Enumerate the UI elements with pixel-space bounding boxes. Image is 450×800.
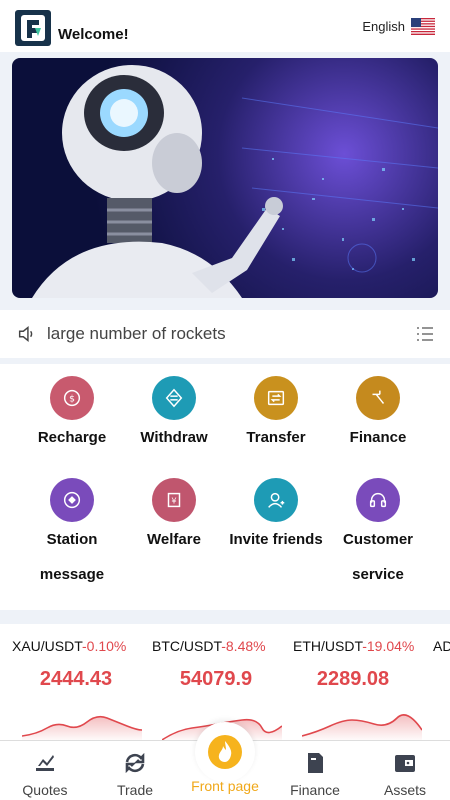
ticker-pair: ETH/USDT-19.04% [293, 638, 433, 654]
tab-trade-label: Trade [116, 782, 154, 798]
invite-friends-button[interactable]: Invite friends [225, 478, 327, 557]
quotes-icon [36, 755, 54, 771]
ticker-xau[interactable]: XAU/USDT-0.10% 2444.43 [12, 638, 152, 691]
svg-text:¥: ¥ [171, 496, 176, 506]
tab-quotes-label: Quotes [22, 782, 68, 798]
pair-name: XAU/USDT [12, 638, 83, 654]
flame-icon [208, 735, 242, 769]
wallet-icon [395, 755, 415, 772]
headset-icon [356, 478, 400, 522]
pair-name: BTC/USDT [152, 638, 222, 654]
station-message-label: Station message [39, 531, 105, 583]
withdraw-icon [152, 376, 196, 420]
sparkline-eth [302, 714, 422, 742]
tab-finance-label: Finance [290, 782, 340, 798]
finance-button[interactable]: Finance [327, 376, 429, 455]
front-page-bubble[interactable] [195, 722, 255, 782]
finance-doc-icon [308, 753, 323, 773]
language-label: English [362, 19, 405, 34]
station-message-button[interactable]: Station message [21, 478, 123, 592]
withdraw-label: Withdraw [140, 429, 208, 446]
finance-icon [356, 376, 400, 420]
pair-name: AD [433, 638, 450, 654]
ticker-eth[interactable]: ETH/USDT-19.04% 2289.08 [293, 638, 433, 691]
transfer-icon [254, 376, 298, 420]
invite-icon [254, 478, 298, 522]
list-icon[interactable] [416, 325, 434, 343]
robot-illustration [32, 65, 438, 298]
ticker-partial[interactable]: AD [433, 638, 450, 654]
pair-change: -0.10% [82, 638, 127, 654]
recharge-icon: $ [50, 376, 94, 420]
welfare-label: Welfare [147, 531, 201, 548]
tab-quotes[interactable]: Quotes [0, 741, 90, 800]
pair-change: -8.48% [221, 638, 266, 654]
customer-service-label: Customer service [342, 531, 413, 583]
pair-name: ETH/USDT [293, 638, 363, 654]
app-logo[interactable] [15, 10, 51, 46]
pair-price: 2444.43 [39, 668, 113, 690]
tab-trade[interactable]: Trade [90, 741, 180, 800]
welfare-icon: ¥ [152, 478, 196, 522]
recharge-label: Recharge [37, 429, 107, 446]
tab-assets[interactable]: Assets [360, 741, 450, 800]
hero-banner[interactable] [12, 58, 438, 298]
notice-bar[interactable]: large number of rockets [0, 310, 450, 358]
pair-price: 54079.9 [179, 668, 253, 690]
sparkline-xau [22, 715, 142, 742]
welfare-button[interactable]: ¥ Welfare [123, 478, 225, 557]
notice-text: large number of rockets [47, 324, 226, 343]
action-grid: $ Recharge Withdraw Transfer Finance Sta… [0, 364, 450, 610]
ticker-pair: BTC/USDT-8.48% [152, 638, 292, 654]
recharge-button[interactable]: $ Recharge [21, 376, 123, 455]
finance-label: Finance [349, 429, 407, 446]
trade-icon [125, 752, 145, 774]
language-selector[interactable]: English [362, 18, 435, 35]
ticker-pair: XAU/USDT-0.10% [12, 638, 152, 654]
tab-finance[interactable]: Finance [270, 741, 360, 800]
top-bar: Welcome! English [0, 0, 450, 52]
invite-friends-label: Invite friends [229, 531, 323, 548]
ticker-btc[interactable]: BTC/USDT-8.48% 54079.9 [152, 638, 292, 691]
customer-service-button[interactable]: Customer service [327, 478, 429, 592]
ticker-pair: AD [433, 638, 450, 654]
message-icon [50, 478, 94, 522]
pair-price: 2289.08 [316, 668, 390, 690]
welcome-text: Welcome! [58, 26, 129, 43]
us-flag-icon [411, 18, 435, 35]
pair-change: -19.04% [362, 638, 415, 654]
tab-assets-label: Assets [383, 782, 426, 798]
transfer-label: Transfer [246, 429, 306, 446]
svg-text:$: $ [69, 394, 75, 405]
withdraw-button[interactable]: Withdraw [123, 376, 225, 455]
speaker-icon [18, 326, 33, 342]
transfer-button[interactable]: Transfer [225, 376, 327, 455]
